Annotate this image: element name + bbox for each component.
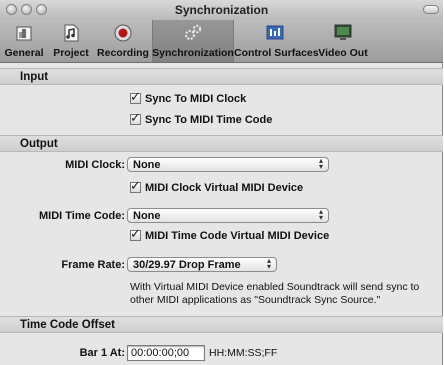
preferences-content: Input ✓ Sync To MIDI Clock ✓ Sync To MIDI … — [0, 63, 443, 365]
bar-1-at-label: Bar 1 At: — [79, 347, 125, 359]
midi-time-code-virtual-checkbox[interactable]: ✓ MIDI Time Code Virtual MIDI Device — [130, 226, 330, 242]
window-title: Synchronization — [174, 3, 269, 17]
sync-gears-icon — [185, 24, 202, 40]
tab-recording[interactable]: Recording — [94, 20, 152, 62]
tab-synchronization-label: Synchronization — [152, 47, 234, 59]
midi-time-code-value: None — [133, 210, 161, 222]
preferences-toolbar: General Project Recording Synchronizatio… — [0, 20, 443, 63]
sync-midi-time-code-checkbox[interactable]: ✓ Sync To MIDI Time Code — [130, 110, 273, 126]
midi-time-code-virtual-label: MIDI Time Code Virtual MIDI Device — [145, 230, 330, 242]
general-icon — [16, 26, 32, 41]
timecode-format-hint: HH:MM:SS;FF — [209, 347, 278, 359]
frame-rate-value: 30/29.97 Drop Frame — [133, 259, 241, 271]
tab-control-surfaces-label: Control Surfaces — [234, 47, 319, 59]
popup-arrows-icon: ▴ ▾ — [318, 156, 323, 171]
frame-rate-popup[interactable]: 30/29.97 Drop Frame ▴ ▾ — [127, 257, 277, 272]
tab-synchronization[interactable]: Synchronization — [152, 20, 234, 62]
output-section-title: Output — [20, 138, 58, 150]
popup-arrows-icon: ▴ ▾ — [318, 207, 323, 222]
sync-midi-time-code-label: Sync To MIDI Time Code — [145, 114, 273, 126]
virtual-midi-note: With Virtual MIDI Device enabled Soundtr… — [130, 281, 420, 306]
checkmark-icon: ✓ — [130, 89, 141, 104]
tab-general[interactable]: General — [0, 20, 48, 62]
title-bar: Synchronization — [0, 0, 443, 20]
video-out-icon — [334, 24, 352, 40]
checkmark-icon: ✓ — [130, 226, 141, 241]
bar-1-timecode-field[interactable]: 00:00:00;00 — [127, 345, 205, 361]
tab-general-label: General — [4, 47, 44, 59]
time-code-offset-section-header: Time Code Offset — [0, 316, 443, 333]
checkbox-box[interactable]: ✓ — [130, 178, 141, 193]
checkbox-box[interactable]: ✓ — [130, 226, 141, 241]
popup-arrows-icon: ▴ ▾ — [266, 256, 271, 271]
output-section-header: Output — [0, 135, 443, 152]
checkbox-box[interactable]: ✓ — [130, 89, 141, 104]
tab-video-out-label: Video Out — [318, 47, 368, 59]
time-code-offset-title: Time Code Offset — [20, 319, 115, 331]
input-section-header: Input — [0, 68, 443, 85]
control-surfaces-icon — [266, 25, 284, 40]
midi-clock-virtual-checkbox[interactable]: ✓ MIDI Clock Virtual MIDI Device — [130, 178, 304, 194]
checkmark-icon: ✓ — [130, 178, 141, 193]
midi-clock-popup[interactable]: None ▴ ▾ — [127, 157, 329, 172]
midi-time-code-label: MIDI Time Code: — [39, 210, 125, 222]
tab-control-surfaces[interactable]: Control Surfaces — [234, 20, 319, 62]
checkbox-box[interactable]: ✓ — [130, 110, 141, 125]
sync-midi-clock-label: Sync To MIDI Clock — [145, 93, 247, 105]
project-icon — [64, 24, 79, 42]
bar-1-timecode-value: 00:00:00;00 — [131, 347, 190, 359]
tab-project-label: Project — [53, 47, 89, 59]
midi-time-code-popup[interactable]: None ▴ ▾ — [127, 208, 329, 223]
midi-clock-value: None — [133, 159, 161, 171]
tab-video-out[interactable]: Video Out — [316, 20, 370, 62]
tab-project[interactable]: Project — [49, 20, 93, 62]
tab-recording-label: Recording — [97, 47, 149, 59]
preferences-window: Synchronization General Project Recordin… — [0, 0, 443, 365]
toolbar-toggle-button[interactable] — [423, 5, 439, 14]
record-icon — [114, 24, 132, 42]
input-section-title: Input — [20, 71, 49, 83]
sync-midi-clock-checkbox[interactable]: ✓ Sync To MIDI Clock — [130, 89, 247, 105]
checkmark-icon: ✓ — [130, 110, 141, 125]
frame-rate-label: Frame Rate: — [61, 259, 125, 271]
midi-clock-virtual-label: MIDI Clock Virtual MIDI Device — [145, 182, 304, 194]
midi-clock-label: MIDI Clock: — [65, 159, 125, 171]
